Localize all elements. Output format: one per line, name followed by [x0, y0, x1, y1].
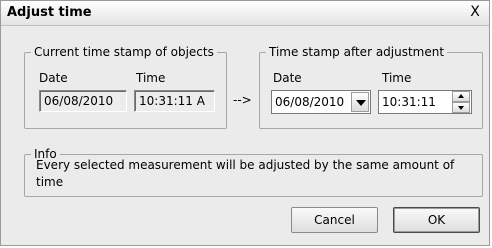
current-date-label: Date	[39, 71, 68, 85]
adjusted-time-value: 10:31:11	[382, 95, 436, 109]
adjusted-timestamp-group: Time stamp after adjustment	[259, 45, 483, 129]
current-time-field: 10:31:11 A	[134, 90, 215, 112]
title-bar: Adjust time X	[1, 1, 489, 26]
adjusted-time-label: Time	[382, 71, 412, 85]
current-time-label: Time	[136, 71, 166, 85]
spin-down-icon[interactable]	[452, 102, 470, 113]
spin-up-icon[interactable]	[452, 91, 470, 102]
adjusted-timestamp-legend: Time stamp after adjustment	[269, 45, 445, 59]
dialog-title: Adjust time	[7, 5, 92, 20]
ok-button[interactable]: OK	[393, 207, 480, 233]
current-timestamp-legend: Current time stamp of objects	[34, 45, 214, 59]
arrow-text: -->	[233, 93, 252, 107]
current-timestamp-group: Current time stamp of objects	[24, 45, 227, 129]
close-icon[interactable]: X	[467, 4, 483, 20]
adjust-time-dialog: Adjust time X Current time stamp of obje…	[0, 0, 490, 246]
cancel-button[interactable]: Cancel	[291, 207, 378, 233]
info-text: Every selected measurement will be adjus…	[36, 158, 455, 189]
chevron-down-icon[interactable]	[351, 92, 369, 112]
adjusted-date-value: 06/08/2010	[275, 95, 345, 109]
current-date-field: 06/08/2010	[39, 90, 127, 112]
adjusted-date-label: Date	[273, 71, 302, 85]
